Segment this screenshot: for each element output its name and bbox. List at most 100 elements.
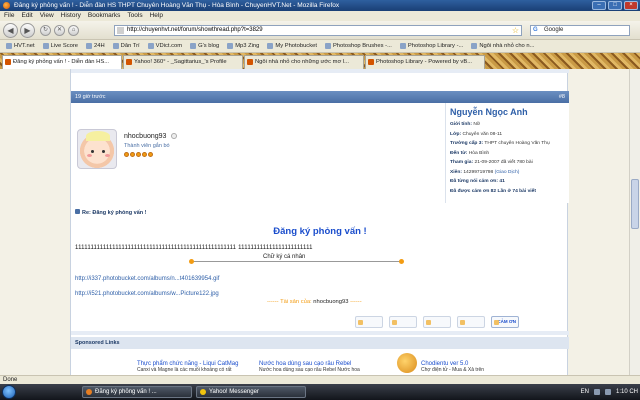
detail-row: Tham gia: 21-09-2007 đã viết 780 bài (450, 160, 533, 165)
search-placeholder: Google (544, 27, 564, 33)
back-arrow-icon[interactable]: ◀ (3, 23, 18, 38)
language-indicator[interactable]: EN (581, 386, 589, 398)
tab-yahoo-360[interactable]: Yahoo! 360° - _Sagittarius_'s Profile (123, 55, 243, 69)
menu-history[interactable]: History (61, 11, 81, 21)
bookmark-item[interactable]: Photoshop Library -... (396, 40, 467, 52)
menu-view[interactable]: View (40, 11, 54, 21)
assets-owner[interactable]: nhocbuong93 (313, 299, 348, 305)
report-button[interactable] (355, 316, 383, 328)
user-fullname: Nguyễn Ngọc Anh (450, 107, 528, 117)
menu-tools[interactable]: Tools (127, 11, 142, 21)
stop-icon[interactable]: ✕ (54, 25, 65, 36)
bookmark-item[interactable]: VDict.com (144, 40, 186, 52)
detail-row: Lớp: Chuyên văn 08-11 (450, 131, 503, 137)
reputation-icon (136, 152, 141, 157)
message-title: Đăng ký phỏng vấn ! (273, 226, 367, 237)
post-time: 19 giờ trước (75, 94, 106, 100)
taskbar-item-firefox[interactable]: Đăng ký phỏng vấn ! ... (82, 386, 192, 398)
ad-item[interactable]: Thực phẩm chức năng - Liqui CatMag Canxi… (137, 361, 238, 373)
signature-dot-icon (189, 259, 194, 264)
bookmark-icon (267, 43, 274, 49)
bookmark-item[interactable]: 24H (82, 40, 109, 52)
username[interactable]: nhocbuong93 (124, 133, 166, 140)
taskbar: Đăng ký phỏng vấn ! ... Yahoo! Messenger… (0, 384, 640, 400)
menu-edit[interactable]: Edit (21, 11, 32, 21)
bookmark-item[interactable]: G's blog (186, 40, 223, 52)
bookmark-icon (112, 43, 119, 49)
forward-arrow-icon[interactable]: ▶ (20, 23, 35, 38)
reputation-icons (124, 152, 153, 157)
tab-ngoi-nha-nho[interactable]: Ngôi nhà nhỏ cho những ước mơ l... (244, 55, 364, 69)
thanks-button[interactable]: CẢM ƠN (491, 316, 519, 328)
bookmark-icon (86, 43, 93, 49)
network-icon[interactable] (593, 389, 600, 395)
clock[interactable]: 1:10 CH (616, 386, 638, 398)
home-icon[interactable]: ⌂ (68, 25, 79, 36)
bookmark-icon (147, 43, 154, 49)
photobucket-link[interactable]: http://i521.photobucket.com/albums/w...P… (75, 291, 219, 297)
close-button[interactable]: × (624, 1, 638, 10)
bookmark-item[interactable]: Mp3 Zing (223, 40, 263, 52)
ad-image[interactable] (397, 353, 417, 373)
bookmarks-toolbar: HVT.net Live Score 24H Dân Trí VDict.com… (0, 40, 640, 53)
avatar[interactable] (77, 129, 117, 169)
user-title: Thành viên gắn bó (124, 143, 170, 149)
bookmark-icon (42, 43, 49, 49)
trade-link[interactable]: (Giao Dịch) (495, 170, 520, 175)
url-bar[interactable]: http://chuyenhvt.net/forum/showthread.ph… (114, 25, 522, 36)
status-bar: Done (0, 375, 640, 384)
navigation-toolbar: ◀ ▶ ↻ ✕ ⌂ http://chuyenhvt.net/forum/sho… (0, 21, 640, 40)
bookmark-item[interactable]: HVT.net (2, 40, 39, 52)
tab-photoshop-library[interactable]: Photoshop Library - Powered by vB... (365, 55, 485, 69)
tab-dang-ky[interactable]: Đăng ký phỏng vấn ! - Diễn đàn HS... (2, 55, 122, 69)
multiquote-button[interactable] (423, 316, 451, 328)
scrollbar-thumb[interactable] (631, 179, 639, 229)
google-icon: G (533, 27, 538, 33)
ad-item[interactable]: Chodientu ver 5.0 Chợ điện tử - Mua & Xả… (421, 361, 484, 373)
vertical-scrollbar[interactable] (629, 69, 640, 375)
start-button[interactable] (2, 385, 16, 399)
reload-icon[interactable]: ↻ (40, 25, 51, 36)
avatar-hat (86, 131, 110, 141)
avatar-eye (102, 150, 105, 153)
volume-icon[interactable] (604, 389, 611, 395)
bookmark-item[interactable]: My Photobucket (263, 40, 321, 52)
search-input[interactable]: G Google (530, 25, 630, 36)
bookmark-star-icon[interactable]: ☆ (512, 26, 519, 35)
site-favicon-icon (117, 27, 124, 34)
avatar-blush (105, 154, 110, 157)
bookmark-icon (471, 43, 478, 49)
offline-status-icon (171, 133, 177, 139)
maximize-button[interactable]: □ (608, 1, 622, 10)
quote-button[interactable] (389, 316, 417, 328)
avatar-eye (91, 150, 94, 153)
user-details-panel: Nguyễn Ngọc Anh Giới tính: Nữ Lớp: Chuyê… (445, 103, 569, 203)
bookmark-icon (227, 43, 234, 49)
window-title: Đăng ký phỏng vấn ! - Diễn đàn HS THPT C… (14, 2, 340, 9)
bookmark-item[interactable]: Dân Trí (109, 40, 144, 52)
avatar-blush (87, 154, 92, 157)
page-content: 19 giờ trước #8 nhocbuong93 Thành viên g… (0, 69, 640, 375)
bookmark-item[interactable]: Live Score (39, 40, 82, 52)
window-controls: – □ × (592, 1, 638, 10)
minimize-button[interactable]: – (592, 1, 606, 10)
bookmark-item[interactable]: Photoshop Brushes -... (321, 40, 396, 52)
ad-item[interactable]: Nước hoa dùng sau cạo râu Rebel Nước hoa… (259, 361, 360, 373)
bookmark-icon (6, 43, 12, 49)
firefox-icon (3, 2, 10, 9)
reputation-icon (148, 152, 153, 157)
bookmark-item[interactable]: Ngôi nhà nhỏ cho n... (467, 40, 538, 52)
post-number[interactable]: #8 (559, 91, 565, 103)
window-titlebar: Đăng ký phỏng vấn ! - Diễn đàn HS THPT C… (0, 0, 640, 11)
menu-file[interactable]: File (4, 11, 14, 21)
post-footer (71, 331, 569, 335)
top-strip (71, 69, 569, 73)
menu-help[interactable]: Help (150, 11, 163, 21)
reply-title: Re: Đăng ký phỏng vấn ! (75, 209, 146, 216)
photobucket-link[interactable]: http://i337.photobucket.com/albums/n...t… (75, 276, 219, 282)
reply-button[interactable] (457, 316, 485, 328)
menu-bookmarks[interactable]: Bookmarks (88, 11, 121, 21)
taskbar-item-yahoo-messenger[interactable]: Yahoo! Messenger (196, 386, 306, 398)
detail-row: Xiên: 14299719798 (Giao Dịch) (450, 169, 520, 175)
detail-row: Đến từ: Hòa Bình (450, 150, 490, 156)
